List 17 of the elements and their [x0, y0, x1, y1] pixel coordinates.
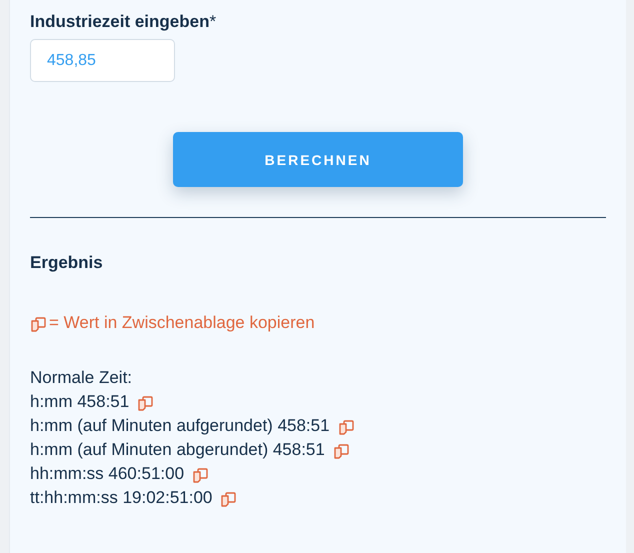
- copy-icon: [30, 314, 47, 332]
- copy-icon[interactable]: [332, 442, 350, 458]
- input-field[interactable]: 458,85: [30, 39, 175, 82]
- result-value: tt:hh:mm:ss 19:02:51:00: [30, 487, 212, 509]
- result-value: hh:mm:ss 460:51:00: [30, 463, 184, 485]
- result-heading: Ergebnis: [30, 253, 104, 273]
- copy-icon[interactable]: [137, 394, 154, 410]
- result-value: h:mm (auf Minuten abgerundet) 458:51: [30, 439, 325, 461]
- copy-icon[interactable]: [192, 466, 210, 482]
- field-label: Industriezeit eingeben*: [30, 12, 218, 32]
- copy-icon[interactable]: [338, 418, 355, 434]
- copy-icon[interactable]: [220, 490, 238, 506]
- legend-text: = Wert in Zwischenablage kopieren: [49, 313, 315, 333]
- result-subheading: Normale Zeit:: [30, 367, 134, 389]
- result-value: h:mm 458:51: [30, 391, 130, 413]
- result-value: h:mm (auf Minuten aufgerundet) 458:51: [30, 415, 330, 437]
- calculate-button[interactable]: BERECHNEN: [173, 132, 463, 187]
